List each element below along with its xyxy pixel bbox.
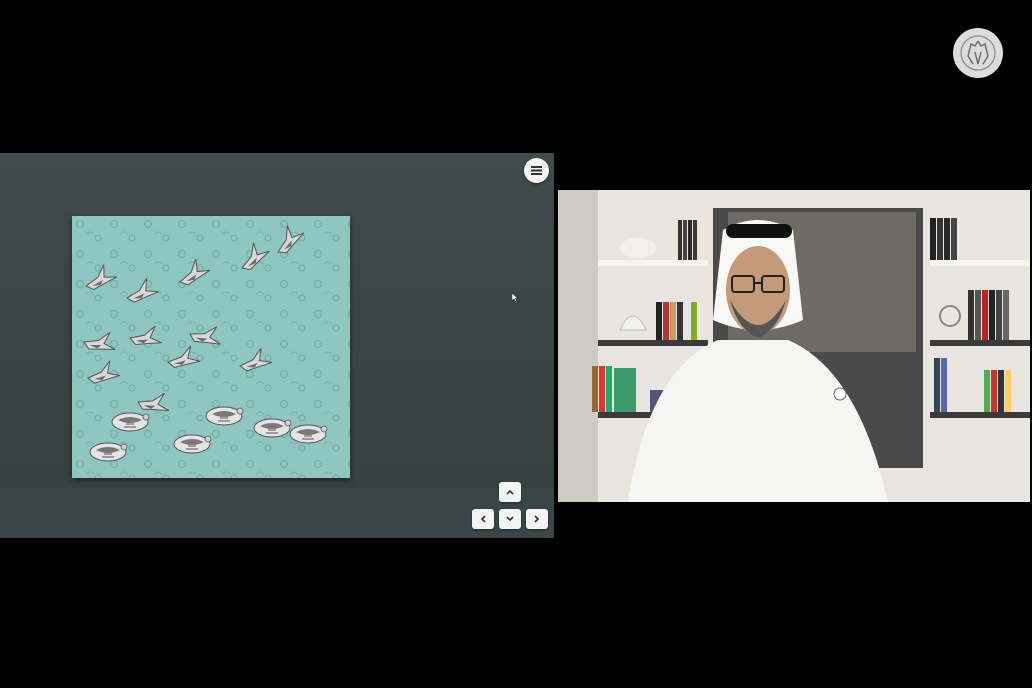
falcon-emblem-icon [953,28,1003,78]
artwork-painting[interactable] [72,216,350,478]
nav-left-button[interactable] [472,509,494,529]
participant-video-feed [558,190,1030,502]
chevron-down-icon [506,516,514,522]
chevron-right-icon [534,515,540,523]
nav-up-button[interactable] [499,482,521,502]
nav-down-button[interactable] [499,509,521,529]
hamburger-menu-icon [531,166,542,175]
chevron-up-icon [506,489,514,495]
mouse-cursor-icon [511,290,520,303]
chevron-left-icon [480,515,486,523]
menu-button[interactable] [524,158,549,183]
nav-right-button[interactable] [526,509,548,529]
video-call-screen [0,0,1032,688]
